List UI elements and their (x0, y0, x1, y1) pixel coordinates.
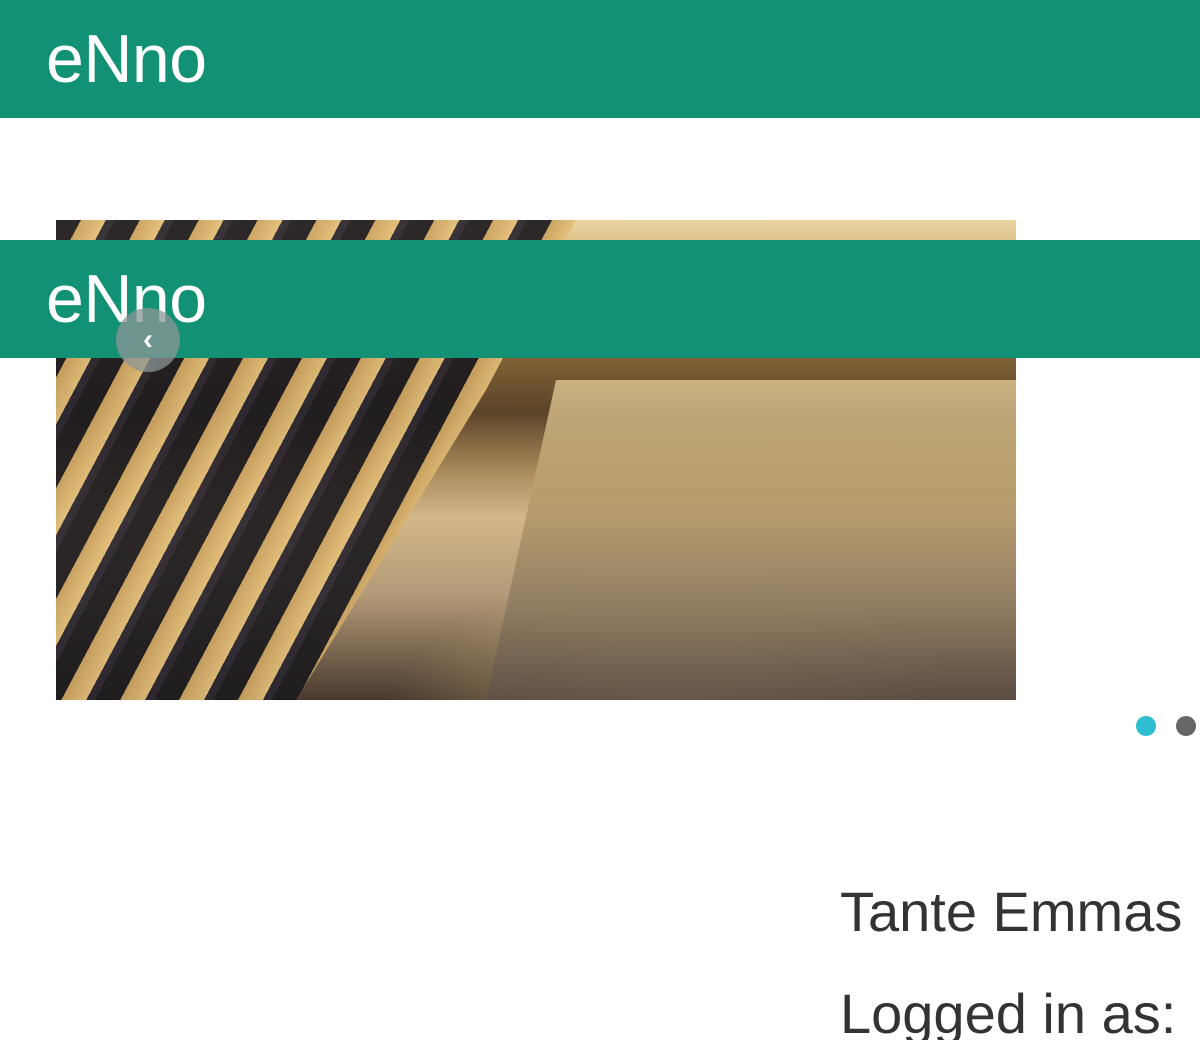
carousel-prev-button[interactable]: ‹ (116, 308, 180, 372)
store-name: Tante Emmas (840, 880, 1183, 943)
site-header: eNno (0, 0, 1200, 118)
carousel-dot-1[interactable] (1136, 716, 1156, 736)
chevron-left-icon: ‹ (143, 323, 153, 356)
page: eNno eNno ‹ Tante Emmas Logged in as: (0, 0, 1200, 1040)
logged-in-label: Logged in as: (840, 982, 1177, 1040)
brand-logo[interactable]: eNno (46, 25, 207, 93)
sticky-site-header: eNno (0, 240, 1200, 358)
carousel-indicators (1136, 716, 1196, 736)
carousel-dot-2[interactable] (1176, 716, 1196, 736)
